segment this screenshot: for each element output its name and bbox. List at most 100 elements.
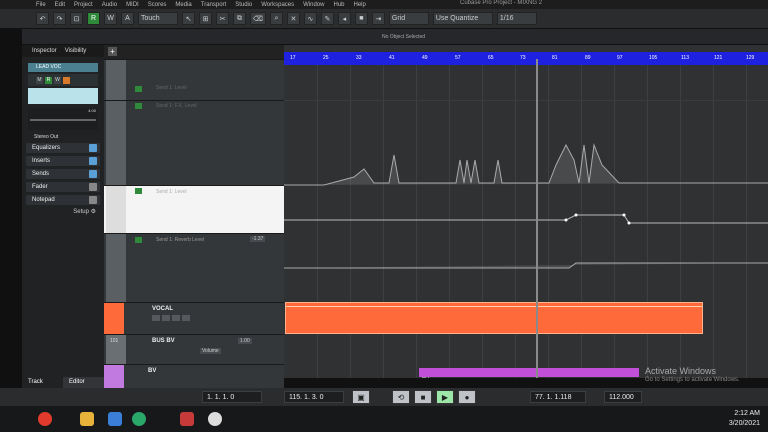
- bus-param-select[interactable]: Volume: [200, 348, 221, 354]
- app-icon[interactable]: [132, 412, 146, 426]
- tab-inspector[interactable]: Inspector: [32, 48, 57, 54]
- word-icon[interactable]: [108, 412, 122, 426]
- section-notepad[interactable]: Notepad: [26, 195, 100, 205]
- inspector-track-name[interactable]: LEAD VOC: [28, 63, 98, 72]
- write-automation-button[interactable]: W: [104, 12, 117, 25]
- cubase-icon[interactable]: [180, 412, 194, 426]
- menu-edit[interactable]: Edit: [55, 2, 65, 8]
- eq-icon[interactable]: [89, 144, 97, 152]
- project-window-event-display[interactable]: 17 25 33 41 49 57 65 73 81 89 97 105 113…: [284, 45, 768, 378]
- punch-in-icon[interactable]: ▣: [352, 390, 370, 404]
- timeline-ruler[interactable]: 17 25 33 41 49 57 65 73 81 89 97 105 113…: [284, 52, 768, 65]
- track-name[interactable]: VOCAL: [152, 306, 173, 312]
- mute-button[interactable]: M: [36, 76, 43, 84]
- left-locator-display[interactable]: 1. 1. 1. 0: [202, 391, 262, 403]
- snap-icon[interactable]: ⇥: [371, 12, 385, 25]
- inspector-volume-fader[interactable]: 4.00: [28, 108, 98, 130]
- automation-param-label[interactable]: Send 1: Level: [156, 189, 187, 195]
- record-icon[interactable]: ●: [458, 390, 476, 404]
- read-automation-toggle[interactable]: [135, 86, 142, 92]
- setup-button[interactable]: Setup ⚙: [22, 208, 104, 215]
- bus-volume-value[interactable]: 1.00: [238, 338, 252, 344]
- split-tool-icon[interactable]: ✂: [216, 12, 229, 25]
- play-tool-icon[interactable]: ◂: [337, 12, 351, 25]
- track-bv[interactable]: BV: [104, 364, 284, 388]
- automation-lane-2[interactable]: Send 1: F.X. Level: [104, 100, 284, 185]
- automation-value[interactable]: -1.37: [250, 236, 266, 242]
- quantize-value-select[interactable]: 1/16: [496, 12, 537, 25]
- automation-mode-select[interactable]: Touch: [138, 12, 178, 25]
- track-name[interactable]: BV: [148, 368, 156, 374]
- edit-button[interactable]: [63, 76, 70, 84]
- automation-lane-1[interactable]: Send 1: Level: [104, 59, 284, 100]
- mute-tool-icon[interactable]: ✕: [286, 12, 300, 25]
- system-clock[interactable]: 2:12 AM 3/20/2021: [729, 409, 760, 429]
- stop-icon[interactable]: ■: [414, 390, 432, 404]
- mute-button[interactable]: [152, 315, 160, 321]
- bv-audio-event[interactable]: BV: [419, 368, 639, 378]
- add-track-button[interactable]: +: [108, 47, 117, 56]
- play-icon[interactable]: ▶: [436, 390, 454, 404]
- write-button[interactable]: W: [54, 76, 61, 84]
- track-name[interactable]: BUS BV: [152, 338, 175, 344]
- snap-type-select[interactable]: Grid: [388, 12, 429, 25]
- file-explorer-icon[interactable]: [80, 412, 94, 426]
- read-automation-button[interactable]: R: [87, 12, 100, 25]
- notepad-icon[interactable]: [89, 196, 97, 204]
- project-cursor[interactable]: [536, 59, 538, 378]
- tab-editor[interactable]: Editor: [63, 377, 104, 388]
- section-fader[interactable]: Fader: [26, 182, 100, 192]
- tab-track[interactable]: Track: [22, 377, 63, 388]
- redo-icon[interactable]: ↷: [53, 12, 66, 25]
- read-automation-toggle[interactable]: [135, 188, 142, 194]
- read-automation-toggle[interactable]: [135, 103, 142, 109]
- color-tool-icon[interactable]: ■: [354, 12, 368, 25]
- erase-tool-icon[interactable]: ⌫: [250, 12, 266, 25]
- fader-icon[interactable]: [89, 183, 97, 191]
- menu-scores[interactable]: Scores: [148, 2, 167, 8]
- track-bus-bv[interactable]: 101 BUS BV 1.00 Volume: [104, 334, 284, 364]
- section-inserts[interactable]: Inserts: [26, 156, 100, 166]
- glue-tool-icon[interactable]: ⧉: [233, 12, 246, 25]
- solo-button[interactable]: [162, 315, 170, 321]
- cycle-icon[interactable]: ⟲: [392, 390, 410, 404]
- section-sends[interactable]: Sends: [26, 169, 100, 179]
- range-tool-icon[interactable]: ⊞: [199, 12, 212, 25]
- menu-help[interactable]: Help: [354, 2, 366, 8]
- output-routing[interactable]: Stereo Out: [22, 134, 104, 140]
- draw-tool-icon[interactable]: ✎: [320, 12, 334, 25]
- read-button[interactable]: [172, 315, 180, 321]
- sends-icon[interactable]: [89, 170, 97, 178]
- menu-studio[interactable]: Studio: [235, 2, 252, 8]
- timewarp-tool-icon[interactable]: ∿: [303, 12, 317, 25]
- menu-midi[interactable]: MIDI: [126, 2, 139, 8]
- menu-workspaces[interactable]: Workspaces: [261, 2, 294, 8]
- automation-param-label[interactable]: Send 1: Reverb Level: [156, 237, 204, 243]
- automation-param-label[interactable]: Send 1: Level: [156, 85, 187, 91]
- constrain-icon[interactable]: ⊡: [70, 12, 83, 25]
- menu-audio[interactable]: Audio: [102, 2, 117, 8]
- right-locator-display[interactable]: 115. 1. 3. 0: [284, 391, 344, 403]
- vocal-audio-event[interactable]: [285, 302, 703, 334]
- app-icon[interactable]: [208, 412, 222, 426]
- undo-icon[interactable]: ↶: [36, 12, 49, 25]
- automation-lane-reverb[interactable]: Send 1: Reverb Level -1.37: [104, 233, 284, 302]
- menu-media[interactable]: Media: [175, 2, 191, 8]
- quantize-mode-select[interactable]: Use Quantize: [432, 12, 493, 25]
- automation-param-label[interactable]: Send 1: F.X. Level: [156, 103, 197, 109]
- pointer-tool-icon[interactable]: ↖: [182, 12, 195, 25]
- automation-panel-button[interactable]: A: [121, 12, 134, 25]
- menu-hub[interactable]: Hub: [333, 2, 344, 8]
- menu-file[interactable]: File: [36, 2, 46, 8]
- automation-lane-selected[interactable]: Send 1: Level: [104, 185, 284, 233]
- track-vocal[interactable]: VOCAL: [104, 302, 284, 334]
- write-button[interactable]: [182, 315, 190, 321]
- chrome-icon[interactable]: [38, 412, 52, 426]
- menu-transport[interactable]: Transport: [201, 2, 226, 8]
- menu-window[interactable]: Window: [303, 2, 324, 8]
- tab-visibility[interactable]: Visibility: [65, 48, 87, 54]
- tempo-display[interactable]: 112.000: [604, 391, 642, 403]
- read-button[interactable]: R: [45, 76, 52, 84]
- menu-project[interactable]: Project: [74, 2, 93, 8]
- zoom-tool-icon[interactable]: ⌕: [269, 12, 283, 25]
